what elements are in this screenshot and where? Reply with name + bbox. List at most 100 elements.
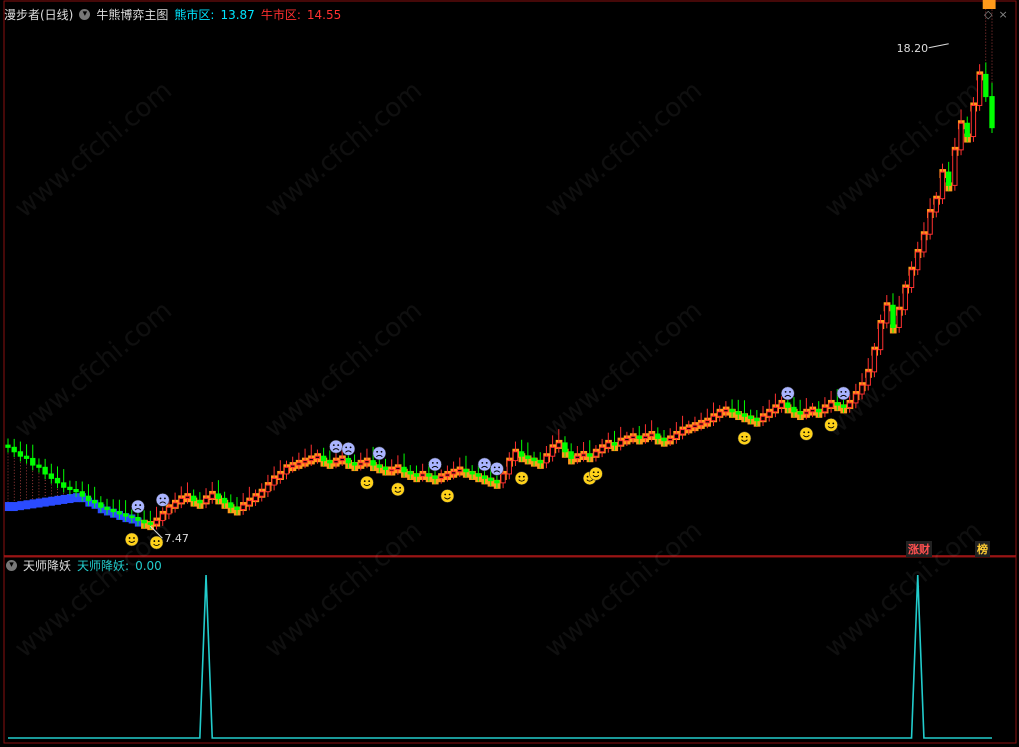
close-icon[interactable]: ×	[998, 8, 1007, 21]
face-eye	[363, 480, 366, 483]
candle-body	[73, 489, 79, 493]
candle-body	[172, 502, 178, 508]
candle-body	[265, 484, 271, 493]
support-band-segment	[60, 494, 68, 504]
face-eye	[157, 540, 160, 542]
candle-body	[85, 495, 92, 502]
candle-body	[747, 415, 754, 419]
candle-body	[593, 451, 599, 457]
candle-body	[438, 475, 444, 479]
face-eye	[337, 444, 340, 447]
candle-body	[221, 497, 228, 504]
candle-body	[964, 122, 970, 138]
candle-body	[729, 409, 735, 413]
candle-body	[122, 513, 129, 517]
candle-body	[556, 442, 562, 448]
candle-body	[61, 482, 67, 488]
candle-body	[327, 460, 333, 464]
candle-body	[432, 475, 438, 479]
candle-body	[778, 402, 785, 408]
candle-body	[902, 287, 909, 311]
candle-body	[661, 437, 667, 442]
face-eye	[803, 431, 806, 434]
candle-body	[518, 451, 525, 457]
candle-body	[277, 473, 283, 479]
candle-body	[587, 453, 593, 457]
tag-right[interactable]: 榜	[975, 541, 990, 557]
candle-body	[667, 437, 673, 442]
candle-body	[209, 493, 215, 499]
smile-icon	[514, 471, 529, 485]
support-band-segment	[48, 496, 55, 506]
candle-body	[376, 464, 382, 468]
support-band-segment	[29, 499, 37, 509]
face-eye	[741, 435, 744, 438]
candle-body	[444, 473, 451, 477]
face-eye	[399, 486, 401, 489]
support-band-segment	[54, 495, 62, 505]
face-eye	[153, 540, 156, 542]
candle-body	[642, 435, 649, 439]
sub-value: 0.00	[135, 558, 162, 573]
low-label: 7.47	[164, 532, 189, 545]
dropdown-icon-sub[interactable]: ▾	[6, 560, 17, 571]
candle-body	[976, 73, 983, 106]
candle-body	[364, 460, 370, 464]
candle-body	[234, 506, 240, 510]
frown-icon	[477, 457, 492, 472]
face-eye	[493, 466, 496, 469]
smile-icon	[391, 482, 405, 497]
candle-body	[246, 500, 253, 506]
indicator-name[interactable]: 牛熊博弈主图	[96, 6, 168, 23]
candle-body	[679, 429, 686, 435]
main-header: 漫步者(日线) ▾ 牛熊博弈主图 熊市区: 13.87 牛市区: 14.55	[4, 6, 342, 23]
face-eye	[394, 486, 397, 489]
face-eye	[436, 462, 439, 464]
candle-body	[290, 464, 296, 468]
candle-body	[463, 469, 469, 473]
dropdown-icon[interactable]: ▾	[79, 9, 91, 20]
candle-body	[754, 417, 760, 422]
sub-value-label: 天师降妖	[77, 559, 126, 573]
frown-icon	[836, 386, 851, 401]
face-eye	[349, 446, 352, 449]
candle-body	[648, 433, 655, 437]
face-eye	[376, 450, 379, 453]
candle-body	[450, 471, 457, 475]
candle-body	[475, 473, 482, 477]
candle-body	[531, 457, 537, 462]
candle-body	[48, 473, 54, 479]
smile-icon	[589, 467, 603, 481]
candle-body	[871, 349, 878, 373]
face-eye	[139, 504, 142, 506]
candle-body	[457, 469, 463, 473]
watermark-text: www.cfchi.com	[819, 296, 988, 444]
candle-body	[933, 198, 939, 213]
candle-body	[983, 73, 989, 98]
candle-body	[537, 460, 543, 464]
smile-icon	[440, 489, 455, 503]
candle-body	[630, 435, 636, 439]
candle-body	[240, 504, 246, 510]
candle-body	[896, 309, 902, 328]
stock-name[interactable]: 漫步者(日线)	[4, 6, 73, 23]
face-eye	[844, 390, 847, 393]
sub-indicator-name[interactable]: 天师降妖	[23, 557, 71, 574]
smile-icon	[799, 427, 814, 441]
candle-body	[79, 491, 85, 497]
watermark-text: www.cfchi.com	[819, 516, 988, 664]
face-eye	[485, 462, 488, 464]
candle-body	[673, 433, 680, 439]
face-eye	[789, 390, 791, 393]
candle-body	[166, 506, 172, 515]
tag-left[interactable]: 涨财	[906, 541, 932, 557]
candle-body	[958, 122, 964, 151]
frown-icon	[341, 442, 356, 456]
candle-body	[710, 415, 717, 422]
face-eye	[522, 475, 525, 478]
candle-body	[809, 409, 816, 413]
sub-header: ▾ 天师降妖 天师降妖: 0.00	[6, 557, 162, 574]
diamond-icon[interactable]: ◇	[984, 8, 992, 21]
candle-body	[506, 460, 512, 475]
candle-body	[11, 446, 17, 453]
